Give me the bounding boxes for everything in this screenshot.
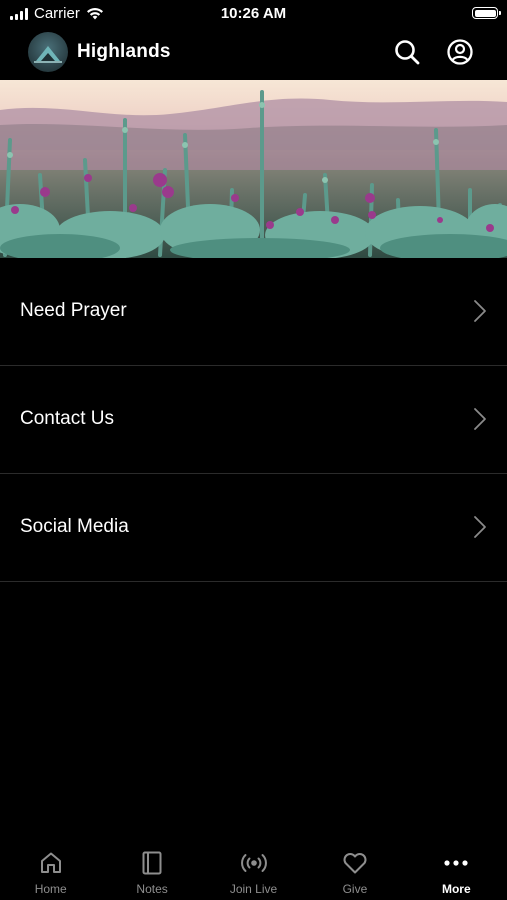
app-header: Highlands bbox=[0, 28, 507, 79]
menu-item-social-media[interactable]: Social Media bbox=[0, 474, 507, 582]
chevron-right-icon bbox=[474, 408, 486, 430]
tab-notes[interactable]: Notes bbox=[101, 838, 202, 900]
battery-icon bbox=[472, 7, 501, 19]
heart-icon bbox=[343, 853, 367, 874]
search-icon[interactable] bbox=[393, 38, 421, 66]
tab-join-live[interactable]: Join Live bbox=[203, 838, 304, 900]
tab-label: Notes bbox=[136, 882, 168, 896]
tab-label: Home bbox=[34, 882, 67, 896]
tab-home[interactable]: Home bbox=[0, 838, 101, 900]
tab-more[interactable]: More bbox=[406, 838, 507, 900]
tab-bar: Home Notes Join Live Give More bbox=[0, 838, 507, 900]
tab-label: More bbox=[441, 882, 471, 896]
home-icon bbox=[40, 852, 61, 873]
more-dots-icon bbox=[444, 860, 468, 866]
tab-label: Join Live bbox=[229, 882, 278, 896]
chevron-right-icon bbox=[474, 516, 486, 538]
status-time: 10:26 AM bbox=[220, 5, 287, 22]
more-menu-list: Need Prayer Contact Us Social Media bbox=[0, 258, 507, 582]
chevron-right-icon bbox=[474, 300, 486, 322]
church-logo bbox=[28, 32, 68, 72]
menu-item-label: Social Media bbox=[20, 516, 129, 537]
menu-item-contact-us[interactable]: Contact Us bbox=[0, 366, 507, 474]
status-bar: Carrier 10:26 AM bbox=[0, 0, 507, 28]
tab-label: Give bbox=[342, 882, 368, 896]
menu-item-need-prayer[interactable]: Need Prayer bbox=[0, 258, 507, 366]
broadcast-icon bbox=[240, 854, 267, 872]
tab-give[interactable]: Give bbox=[304, 838, 405, 900]
menu-item-label: Contact Us bbox=[20, 408, 114, 429]
notes-icon bbox=[142, 851, 162, 875]
menu-item-label: Need Prayer bbox=[20, 300, 127, 321]
profile-icon[interactable] bbox=[446, 38, 474, 66]
hero-image bbox=[0, 80, 507, 258]
app-title: Highlands bbox=[77, 41, 171, 62]
